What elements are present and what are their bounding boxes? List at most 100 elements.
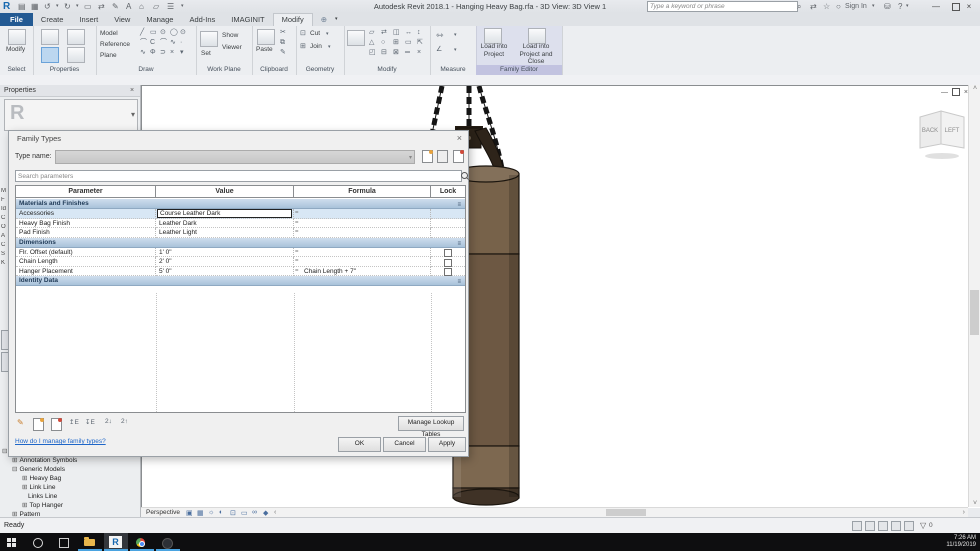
- default-3d-view-icon[interactable]: ⌂: [139, 0, 144, 13]
- lock-checkbox[interactable]: [444, 258, 452, 267]
- view-cube[interactable]: BACK LEFT: [917, 106, 969, 162]
- scroll-down-icon[interactable]: ˅: [969, 500, 980, 507]
- vertical-scrollbar[interactable]: ˄ ˅: [968, 85, 980, 507]
- scale-icon[interactable]: ◰: [369, 49, 376, 57]
- exclude-options-icon[interactable]: [891, 521, 901, 531]
- draw-partial-ellipse-icon[interactable]: ⊃: [160, 49, 166, 57]
- tree-collapsed-icon[interactable]: ⊞: [12, 457, 17, 464]
- start-button[interactable]: [0, 533, 24, 551]
- revit-taskbar-button[interactable]: R: [104, 533, 128, 551]
- param-value[interactable]: 5' 0": [156, 266, 294, 276]
- column-formula[interactable]: Formula: [294, 186, 431, 198]
- load-into-project-close-button[interactable]: Load into: [512, 43, 560, 50]
- draw-tangent-arc-icon[interactable]: ⌒: [160, 39, 167, 47]
- draw-spline-icon[interactable]: ∿: [140, 49, 146, 57]
- search-help-icon[interactable]: ⌕: [797, 0, 801, 13]
- row-chain-length[interactable]: Chain Length 2' 0" =: [16, 257, 465, 267]
- scroll-right-icon[interactable]: ›: [963, 509, 965, 516]
- properties-close-icon[interactable]: ×: [130, 85, 137, 97]
- crop-region-icon[interactable]: ▭: [241, 509, 248, 517]
- vertical-scroll-thumb[interactable]: [970, 290, 979, 335]
- open-icon[interactable]: ▤: [18, 0, 26, 13]
- new-type-icon[interactable]: [422, 150, 433, 163]
- tree-collapsed-icon[interactable]: ⊞: [22, 484, 27, 491]
- copy-tool-icon[interactable]: ↕: [417, 29, 421, 37]
- pin-icon[interactable]: ⊟: [381, 49, 387, 57]
- dimension-icon[interactable]: ∠: [436, 46, 442, 54]
- undo-caret-icon[interactable]: ▾: [56, 0, 59, 13]
- mirror-icon[interactable]: ◫: [393, 29, 400, 37]
- thin-lines-icon[interactable]: ☰: [167, 0, 174, 13]
- help-caret-icon[interactable]: ▾: [906, 0, 909, 13]
- param-formula[interactable]: Chain Length + 7": [294, 266, 431, 276]
- param-value[interactable]: Leather Dark: [156, 218, 294, 228]
- modify-cursor-icon[interactable]: [8, 29, 26, 45]
- minimize-button[interactable]: —: [930, 0, 942, 13]
- offset-icon[interactable]: ⇄: [381, 29, 387, 37]
- help-icon[interactable]: ?: [898, 0, 902, 13]
- param-value[interactable]: 1' 0": [156, 247, 294, 257]
- array-icon[interactable]: ⇱: [417, 39, 423, 47]
- measure-caret-icon[interactable]: ▾: [454, 31, 457, 39]
- type-name-combo[interactable]: ▾: [55, 150, 415, 164]
- param-formula[interactable]: [294, 247, 431, 257]
- combo-caret-icon[interactable]: ▾: [409, 154, 412, 161]
- tab-modify[interactable]: Modify: [272, 13, 313, 26]
- sort-descending-icon[interactable]: 2↑: [121, 418, 128, 425]
- load-into-project-button-line2[interactable]: Project: [479, 51, 509, 58]
- join-geometry-icon[interactable]: ⊞: [300, 43, 306, 51]
- modify-extra-icon[interactable]: ⊕: [313, 13, 335, 26]
- param-value[interactable]: Leather Light: [156, 228, 294, 238]
- column-lock[interactable]: Lock: [431, 186, 465, 198]
- param-formula[interactable]: [294, 218, 431, 228]
- ok-button[interactable]: OK: [338, 437, 381, 452]
- new-parameter-icon[interactable]: [33, 418, 44, 431]
- load-into-project-button[interactable]: Load into: [479, 43, 509, 50]
- tree-item-heavy-bag[interactable]: ⊞ Heavy Bag: [22, 474, 61, 483]
- param-name[interactable]: Hanger Placement: [16, 266, 156, 276]
- section-identity-data[interactable]: Identity Data ≡: [16, 276, 465, 286]
- manage-lookup-tables-button[interactable]: Manage Lookup Tables: [398, 416, 464, 438]
- cut-caret-icon[interactable]: ▾: [326, 30, 329, 38]
- cortana-button[interactable]: [26, 533, 50, 551]
- tree-item-generic-models[interactable]: ⊟ Generic Models: [12, 465, 65, 474]
- model-line-button[interactable]: Model: [100, 30, 118, 37]
- match-type-icon[interactable]: ✎: [280, 49, 286, 57]
- draw-center-arc-icon[interactable]: C: [150, 39, 155, 47]
- tab-addins[interactable]: Add-Ins: [181, 13, 223, 26]
- sign-in-link[interactable]: Sign In: [845, 0, 867, 13]
- delete-parameter-icon[interactable]: [51, 418, 62, 431]
- viewer-button[interactable]: Viewer: [222, 44, 242, 51]
- viewbar-collapse-icon[interactable]: ‹: [274, 509, 276, 516]
- move-down-icon[interactable]: ↧E: [85, 418, 95, 426]
- param-name[interactable]: Chain Length: [16, 257, 156, 267]
- sort-ascending-icon[interactable]: 2↓: [105, 418, 112, 425]
- tree-item-label[interactable]: Link Line: [29, 484, 55, 491]
- temporary-hide-icon[interactable]: ∞: [252, 509, 257, 516]
- help-link[interactable]: How do I manage family types?: [15, 438, 106, 445]
- viewcube-face-back[interactable]: BACK: [922, 128, 938, 134]
- sun-path-icon[interactable]: ☼: [208, 509, 214, 516]
- family-types-icon[interactable]: [41, 47, 59, 63]
- set-button[interactable]: Set: [201, 50, 211, 57]
- draw-polygon-icon[interactable]: ⊙: [160, 29, 166, 37]
- draw-rectangle-icon[interactable]: ▭: [150, 29, 157, 37]
- param-name[interactable]: Heavy Bag Finish: [16, 218, 156, 228]
- rename-type-icon[interactable]: [437, 150, 448, 163]
- undo-icon[interactable]: ↺: [44, 0, 51, 13]
- tree-item-annotation-symbols[interactable]: ⊞ Annotation Symbols: [12, 456, 77, 465]
- print-icon[interactable]: ▭: [84, 0, 92, 13]
- plane-button[interactable]: Plane: [100, 52, 117, 59]
- shadows-icon[interactable]: ◐: [219, 509, 223, 516]
- section-icon[interactable]: ▱: [153, 0, 159, 13]
- section-materials-finishes[interactable]: Materials and Finishes ≡: [16, 199, 465, 209]
- section-dimensions[interactable]: Dimensions ≡: [16, 237, 465, 248]
- tree-item-label[interactable]: Links Line: [28, 493, 57, 500]
- save-icon[interactable]: ▦: [31, 0, 39, 13]
- tab-manage[interactable]: Manage: [138, 13, 181, 26]
- properties-header[interactable]: Properties: [0, 85, 140, 97]
- active-only-icon[interactable]: [878, 521, 888, 531]
- pen-icon[interactable]: ✎: [112, 0, 119, 13]
- set-work-plane-icon[interactable]: [200, 31, 218, 47]
- tab-create[interactable]: Create: [33, 13, 72, 26]
